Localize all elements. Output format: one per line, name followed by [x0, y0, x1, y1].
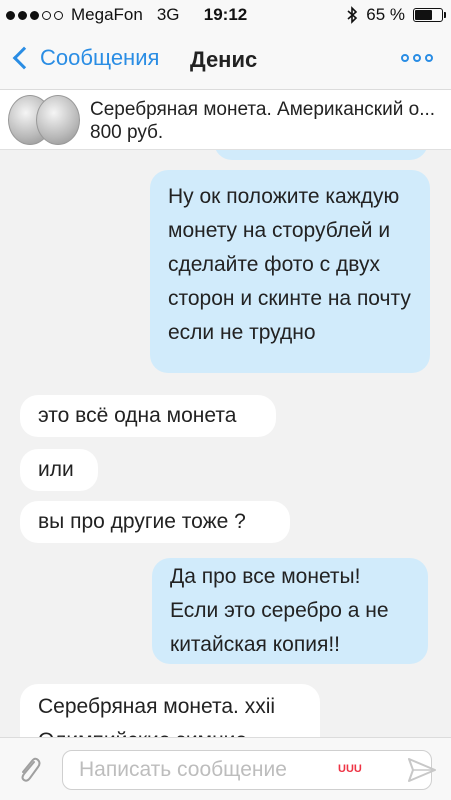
chevron-left-icon — [12, 46, 36, 70]
message-text: это всё одна монета — [38, 404, 237, 427]
message-text: или — [38, 458, 74, 481]
bluetooth-icon — [347, 6, 358, 24]
battery-percent: 65 % — [366, 5, 405, 24]
message-text: Ну ок положите каждую монету на сторубле… — [168, 185, 411, 344]
compose-bar — [0, 737, 451, 800]
send-icon[interactable] — [407, 757, 437, 783]
nav-bar: Сообщения Денис — [0, 30, 451, 90]
message-bubble-partial — [214, 150, 428, 160]
message-text: Да про все монеты! Если это серебро а не… — [170, 565, 389, 656]
message-bubble-incoming: это всё одна монета — [20, 395, 276, 437]
back-button[interactable]: Сообщения — [10, 45, 159, 71]
message-list[interactable]: Ну ок положите каждую монету на сторубле… — [0, 150, 451, 737]
message-bubble-outgoing: Да про все монеты! Если это серебро а не… — [152, 558, 428, 664]
watermark-logo: UUU — [338, 763, 362, 775]
listing-thumbnail — [8, 95, 80, 145]
back-button-label: Сообщения — [40, 45, 160, 70]
status-bar: MegaFon 3G 19:12 65 % — [0, 0, 451, 30]
paperclip-icon[interactable] — [14, 754, 44, 784]
coin-image — [36, 95, 80, 145]
battery-icon — [413, 8, 446, 22]
message-bubble-outgoing: Ну ок положите каждую монету на сторубле… — [150, 170, 430, 373]
listing-preview[interactable]: Серебряная монета. Американский о... 800… — [0, 90, 451, 150]
more-dots-icon[interactable] — [401, 54, 433, 62]
battery-fill — [415, 10, 432, 20]
message-bubble-incoming: или — [20, 449, 98, 491]
message-text: Серебряная монета. xxii Олимпийские зимн… — [38, 695, 276, 737]
message-bubble-incoming: вы про другие тоже ? — [20, 501, 290, 543]
message-text: вы про другие тоже ? — [38, 510, 246, 533]
status-right: 65 % — [346, 5, 446, 25]
message-input[interactable] — [62, 750, 432, 790]
listing-price: 800 руб. — [90, 122, 164, 143]
message-bubble-incoming: Серебряная монета. xxii Олимпийские зимн… — [20, 684, 320, 737]
conversation-title: Денис — [190, 47, 258, 72]
watermark-text: UUU — [338, 763, 362, 775]
listing-title: Серебряная монета. Американский о... — [90, 99, 436, 120]
